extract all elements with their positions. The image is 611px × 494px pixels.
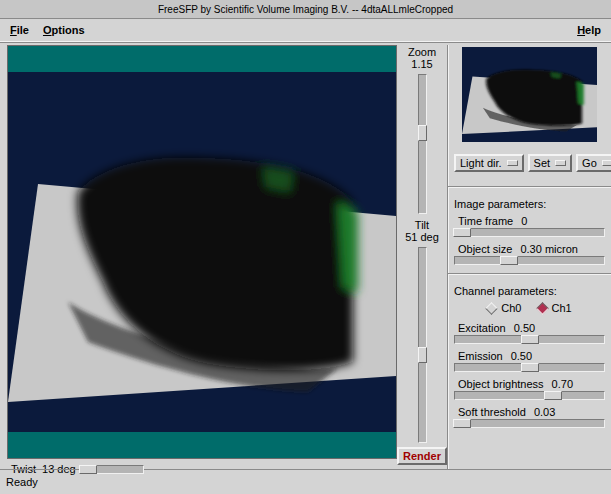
- slider-thumb[interactable]: [453, 419, 471, 428]
- option-indicator-icon: [555, 160, 566, 166]
- viewport-band: [8, 432, 396, 458]
- parameter-slider: Object size0.30 micron: [454, 241, 605, 269]
- option-button[interactable]: Set: [528, 154, 573, 172]
- parameter-slider: Excitation0.50: [454, 320, 605, 348]
- zoom-label: Zoom1.15: [408, 45, 436, 70]
- menu-item[interactable]: File: [10, 24, 29, 36]
- slider-track[interactable]: [454, 256, 605, 265]
- radio-diamond-icon: [536, 302, 549, 315]
- option-button[interactable]: Light dir.: [454, 154, 524, 172]
- render-button[interactable]: Render: [397, 447, 447, 465]
- slider-thumb[interactable]: [521, 335, 539, 344]
- menu-bar: File Options Help: [0, 19, 611, 42]
- section-title: Channel parameters:: [454, 279, 605, 300]
- preview-render: [462, 47, 597, 142]
- slider-track[interactable]: [454, 335, 605, 344]
- option-indicator-icon: [602, 160, 611, 166]
- radio-diamond-icon: [485, 302, 498, 315]
- slider-thumb[interactable]: [521, 363, 539, 372]
- option-button[interactable]: Go: [576, 154, 611, 172]
- viewport-band: [8, 46, 396, 72]
- tilt-slider[interactable]: [418, 247, 427, 443]
- slider-thumb[interactable]: [79, 465, 97, 474]
- slider-label: Emission0.50: [454, 350, 605, 363]
- menu-item[interactable]: Help: [577, 24, 601, 36]
- slider-thumb[interactable]: [544, 391, 562, 400]
- slider-thumb[interactable]: [418, 125, 427, 141]
- zoom-slider[interactable]: [418, 74, 427, 214]
- channel-radio[interactable]: Ch0: [487, 302, 521, 314]
- twist-slider[interactable]: [82, 465, 144, 474]
- parameter-slider: Soft threshold0.03: [454, 404, 605, 432]
- slider-track[interactable]: [454, 391, 605, 400]
- slider-track[interactable]: [454, 228, 605, 237]
- menu-item[interactable]: Options: [43, 24, 85, 36]
- parameter-slider: Time frame0: [454, 213, 605, 241]
- app-window: FreeSFP by Scientific Volume Imaging B.V…: [0, 0, 611, 494]
- slider-thumb[interactable]: [453, 228, 471, 237]
- view-controls: Zoom1.15 Tilt51 deg Render: [397, 45, 447, 469]
- slider-thumb[interactable]: [418, 347, 427, 363]
- option-indicator-icon: [507, 160, 518, 166]
- slider-label: Object size0.30 micron: [454, 243, 605, 256]
- tilt-label: Tilt51 deg: [405, 218, 439, 243]
- channel-selector: Ch0 Ch1: [454, 300, 605, 320]
- slider-label: Soft threshold0.03: [454, 406, 605, 419]
- render-viewport[interactable]: [7, 45, 397, 459]
- channel-radio[interactable]: Ch1: [538, 302, 572, 314]
- section-title: Image parameters:: [454, 192, 605, 213]
- separator: [448, 186, 611, 188]
- slider-label: Time frame0: [454, 215, 605, 228]
- volume-render: [8, 72, 396, 432]
- separator: [448, 273, 611, 275]
- title-bar: FreeSFP by Scientific Volume Imaging B.V…: [0, 0, 611, 19]
- slider-label: Object brightness0.70: [454, 378, 605, 391]
- slider-label: Excitation0.50: [454, 322, 605, 335]
- slider-track[interactable]: [454, 419, 605, 428]
- parameter-panel: Light dir.SetGo Image parameters: Time fra…: [447, 45, 611, 469]
- parameter-slider: Emission0.50: [454, 348, 605, 376]
- slider-track[interactable]: [454, 363, 605, 372]
- parameter-slider: Object brightness0.70: [454, 376, 605, 404]
- preview-thumbnail: [462, 47, 597, 142]
- slider-thumb[interactable]: [500, 256, 518, 265]
